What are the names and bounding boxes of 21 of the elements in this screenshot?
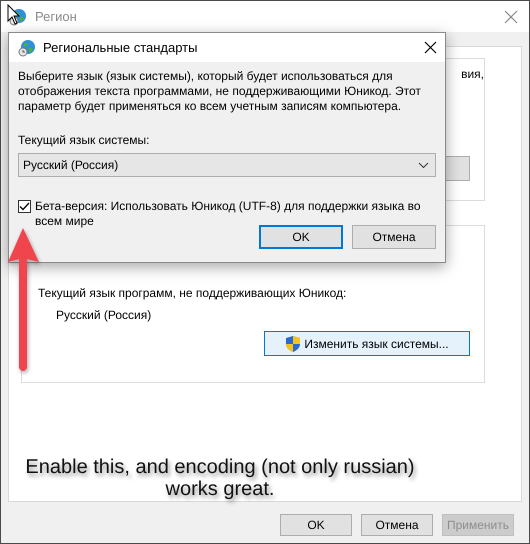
dialog-title: Региональные стандарты bbox=[43, 40, 198, 55]
checkbox[interactable] bbox=[18, 200, 31, 213]
language-label: Текущий язык программ, не поддерживающих Юникод: bbox=[38, 286, 348, 300]
cursor-icon bbox=[7, 4, 21, 26]
cancel-button[interactable]: Отмена bbox=[352, 225, 436, 249]
group-text: вия, bbox=[461, 67, 484, 81]
cancel-button[interactable]: Отмена bbox=[361, 514, 433, 536]
language-dropdown[interactable]: Русский (Россия) bbox=[18, 153, 436, 177]
globe-icon bbox=[18, 38, 36, 56]
ok-button[interactable]: OK bbox=[280, 514, 352, 536]
window-title: Регион bbox=[35, 9, 78, 24]
close-icon[interactable] bbox=[424, 41, 437, 54]
change-system-language-button[interactable]: Изменить язык системы... bbox=[264, 331, 470, 356]
language-value: Русский (Россия) bbox=[55, 308, 152, 322]
annotation-text: Enable this, and encoding (not only russian) works great. bbox=[24, 456, 416, 500]
description-text: Выберите язык (язык системы), который будет использоваться для отображения текста программами, не поддерживающими Юникод. Этот параметр будет применяться ко всем учетным записям компьютера. bbox=[18, 69, 422, 114]
checkmark-icon bbox=[19, 202, 30, 211]
system-language-label: Текущий язык системы: bbox=[18, 133, 150, 147]
chevron-icon bbox=[418, 162, 429, 168]
ok-button[interactable]: OK bbox=[259, 225, 343, 249]
shield-icon bbox=[285, 334, 302, 352]
